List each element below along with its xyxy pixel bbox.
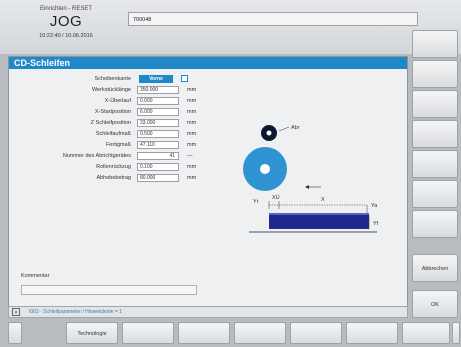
label-fertigmass: Fertigmaß xyxy=(105,142,131,148)
softkey-right-2[interactable] xyxy=(412,60,458,88)
unit-label: mm xyxy=(187,87,197,93)
abr-label: Abr xyxy=(291,125,300,131)
werkstuecklaenge-input[interactable]: 350.000 xyxy=(137,86,179,94)
grinding-diagram: Abr XÜ X Yr Ya Yf xyxy=(243,125,379,233)
ok-button[interactable]: OK xyxy=(412,290,458,318)
softkey-right-6[interactable] xyxy=(412,180,458,208)
fertigmass-input[interactable]: 47.110 xyxy=(137,141,179,149)
label-x-ueberlauf: X-Überlauf xyxy=(104,98,131,104)
comment-input[interactable] xyxy=(21,285,197,295)
softkey-bottom-5[interactable] xyxy=(234,322,286,344)
comment-label: Kommentar xyxy=(21,273,50,279)
back-button[interactable] xyxy=(8,322,22,344)
unit-label: mm xyxy=(187,98,197,104)
status-text: I003 · Schleifparameter / Hinweistexte =… xyxy=(29,309,122,315)
softkeys-bottom: Technologie xyxy=(0,322,461,347)
unit-label: mm xyxy=(187,131,197,137)
label-rollenrueckzug: Rollenrückzug xyxy=(96,164,131,170)
label-z-schleifposition: Z Schleifposition xyxy=(90,120,131,126)
x-ueberlauf-input[interactable]: 0.000 xyxy=(137,97,179,105)
softkey-bottom-8[interactable] xyxy=(402,322,450,344)
xu-label: XÜ xyxy=(272,194,280,201)
ya-label: Ya xyxy=(371,203,378,209)
yr-label: Yr xyxy=(253,199,259,205)
softkey-right-1[interactable] xyxy=(412,30,458,58)
label-x-startposition: X-Startposition xyxy=(94,109,131,115)
mode-name: JOG xyxy=(49,13,83,30)
header-bar: Einrichten - RESET JOG 10:22:40 / 10.06.… xyxy=(0,0,461,54)
workpiece-block xyxy=(269,213,369,229)
cancel-button[interactable]: Abbrechen xyxy=(412,254,458,282)
unit-label: mm xyxy=(187,109,197,115)
abrichtgeraet-input[interactable]: 41 xyxy=(137,152,179,160)
scheibenkante-checkbox[interactable] xyxy=(181,75,188,82)
softkey-bottom-4[interactable] xyxy=(178,322,230,344)
scheibenkante-toggle[interactable]: Vorne xyxy=(139,75,173,83)
datetime: 10:22:40 / 10.06.2016 xyxy=(39,33,93,39)
program-field[interactable]: 700048 xyxy=(128,12,418,26)
softkey-bottom-6[interactable] xyxy=(290,322,342,344)
panel-title: CD-Schleifen xyxy=(9,57,407,69)
softkey-bottom-7[interactable] xyxy=(346,322,398,344)
softkey-technologie[interactable]: Technologie xyxy=(66,322,118,344)
unit-label: mm xyxy=(187,120,197,126)
mode-substate: Einrichten - RESET xyxy=(39,6,93,12)
softkey-right-4[interactable] xyxy=(412,120,458,148)
status-bar: × I003 · Schleifparameter / Hinweistexte… xyxy=(8,306,408,318)
abhebebetrag-input[interactable]: 80.000 xyxy=(137,174,179,182)
unit-label: mm xyxy=(187,175,197,181)
softkey-right-7[interactable] xyxy=(412,210,458,238)
unit-label: mm xyxy=(187,164,197,170)
softkey-bottom-9[interactable] xyxy=(452,322,460,344)
x-label: X xyxy=(321,197,325,203)
softkey-right-3[interactable] xyxy=(412,90,458,118)
schleifaufmass-input[interactable]: 0.500 xyxy=(137,130,179,138)
mode-display: Einrichten - RESET JOG 10:22:40 / 10.06.… xyxy=(14,4,118,52)
label-werkstuecklaenge: Werkstücklänge xyxy=(91,87,131,93)
cd-grinding-panel: CD-Schleifen Scheibenkante Vorne Werkstü… xyxy=(8,56,408,312)
status-icon[interactable]: × xyxy=(12,308,20,316)
x-startposition-input[interactable]: 6.000 xyxy=(137,108,179,116)
unit-label: — xyxy=(187,153,193,159)
yf-label: Yf xyxy=(373,221,379,227)
softkey-right-5[interactable] xyxy=(412,150,458,178)
label-schleifaufmass: Schleifaufmaß xyxy=(95,131,131,137)
label-abhebebetrag: Abhebebetrag xyxy=(96,175,131,181)
z-schleifposition-input[interactable]: 33.000 xyxy=(137,119,179,127)
softkey-bottom-3[interactable] xyxy=(122,322,174,344)
label-scheibenkante: Scheibenkante xyxy=(94,76,131,82)
label-abrichtgeraet: Nummer des Abrichtgerätes xyxy=(62,153,131,159)
rollenrueckzug-input[interactable]: 0.100 xyxy=(137,163,179,171)
unit-label: mm xyxy=(187,142,197,148)
